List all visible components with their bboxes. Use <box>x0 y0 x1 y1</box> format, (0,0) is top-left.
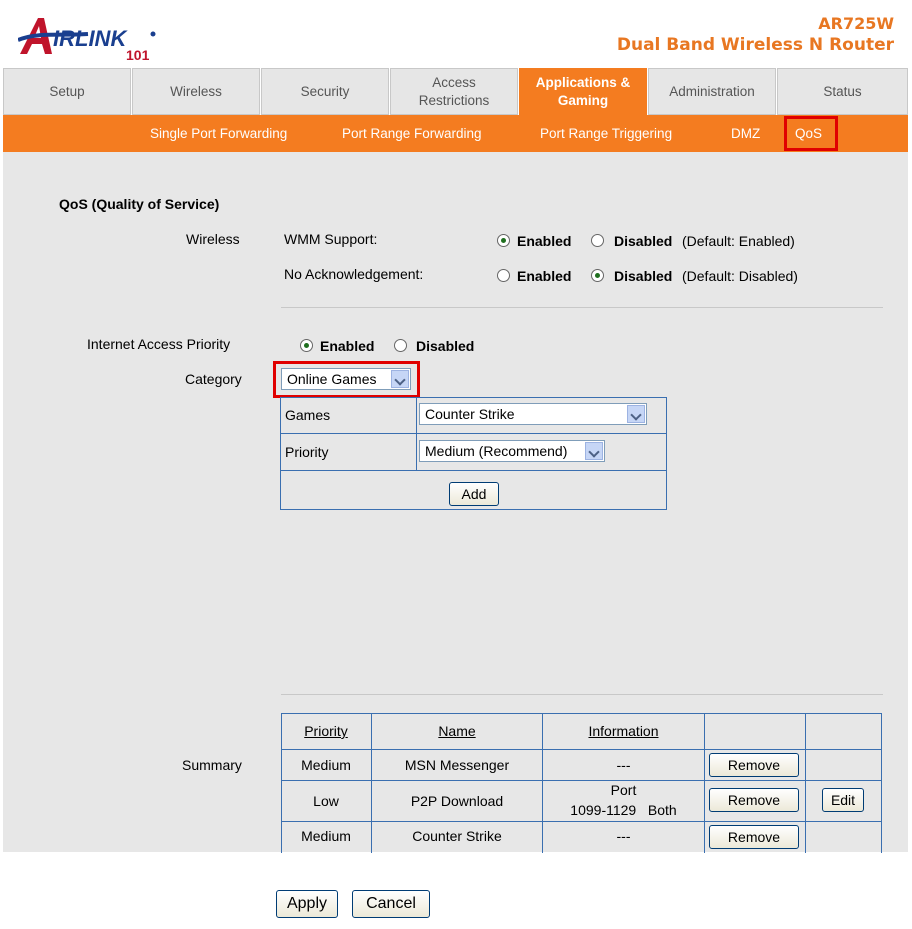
noack-enabled-radio[interactable] <box>497 269 510 282</box>
header-name[interactable]: Name <box>372 723 542 739</box>
noack-enabled-label: Enabled <box>517 268 572 284</box>
row-divider <box>280 433 667 434</box>
col-divider <box>704 713 705 853</box>
remove-button[interactable]: Remove <box>709 753 799 777</box>
no-ack-label: No Acknowledgement: <box>284 266 424 282</box>
tab-access-restrictions[interactable]: Access Restrictions <box>390 68 518 115</box>
wmm-default-note: (Default: Enabled) <box>682 233 795 249</box>
tab-status[interactable]: Status <box>777 68 908 115</box>
row2-name: P2P Download <box>410 793 504 809</box>
subnav-dmz[interactable]: DMZ <box>731 115 760 152</box>
games-select[interactable]: Counter Strike <box>419 403 647 425</box>
noack-disabled-label: Disabled <box>614 268 673 284</box>
tab-applications-gaming[interactable]: Applications & Gaming <box>519 68 647 115</box>
row2-info-range: 1099-1129 Both <box>570 802 677 818</box>
tab-security[interactable]: Security <box>261 68 389 115</box>
summary-label: Summary <box>182 757 242 773</box>
internet-disabled-label: Disabled <box>416 338 475 354</box>
subnav-port-range-forwarding[interactable]: Port Range Forwarding <box>342 115 482 152</box>
product-header: AR725W Dual Band Wireless N Router <box>617 14 894 55</box>
row1-name: MSN Messenger <box>404 757 510 773</box>
divider <box>281 307 883 308</box>
row2-priority: Low <box>313 793 339 809</box>
row3-name: Counter Strike <box>412 828 502 844</box>
chevron-down-icon <box>585 442 603 460</box>
col-divider <box>805 713 806 853</box>
qos-highlight <box>784 116 838 151</box>
product-name: Dual Band Wireless N Router <box>616 35 894 55</box>
remove-button[interactable]: Remove <box>709 788 799 812</box>
logo-number: 101 <box>126 47 150 62</box>
subnav-port-range-triggering[interactable]: Port Range Triggering <box>540 115 672 152</box>
category-highlight <box>273 361 420 398</box>
row3-info: --- <box>616 828 631 844</box>
row3-priority: Medium <box>301 828 351 844</box>
internet-enabled-radio[interactable] <box>300 339 313 352</box>
wmm-enabled-label: Enabled <box>517 233 572 249</box>
main-tabs: Setup Wireless Security Access Restricti… <box>3 68 908 115</box>
wmm-disabled-label: Disabled <box>614 233 673 249</box>
apply-button[interactable]: Apply <box>276 890 338 918</box>
internet-access-priority-label: Internet Access Priority <box>87 336 231 352</box>
tab-administration[interactable]: Administration <box>648 68 776 115</box>
header-priority[interactable]: Priority <box>281 723 371 739</box>
wireless-label: Wireless <box>186 231 240 247</box>
noack-disabled-radio[interactable] <box>591 269 604 282</box>
subnav-single-port-forwarding[interactable]: Single Port Forwarding <box>150 115 287 152</box>
category-label: Category <box>185 371 242 387</box>
tab-wireless[interactable]: Wireless <box>132 68 260 115</box>
sub-navigation: Single Port Forwarding Port Range Forwar… <box>3 115 908 152</box>
airlink-logo: IRLINK 101 <box>17 14 158 63</box>
priority-label: Priority <box>285 444 329 460</box>
model-number: AR725W <box>818 14 894 33</box>
row1-priority: Medium <box>301 757 351 773</box>
cancel-button[interactable]: Cancel <box>352 890 430 918</box>
games-value: Counter Strike <box>425 406 515 422</box>
internet-enabled-label: Enabled <box>320 338 375 354</box>
edit-button[interactable]: Edit <box>822 788 864 812</box>
games-label: Games <box>285 407 331 423</box>
internet-disabled-radio[interactable] <box>394 339 407 352</box>
noack-default-note: (Default: Disabled) <box>682 268 798 284</box>
tab-setup[interactable]: Setup <box>3 68 131 115</box>
priority-value: Medium (Recommend) <box>425 443 568 459</box>
wmm-support-label: WMM Support: <box>284 231 378 247</box>
priority-select[interactable]: Medium (Recommend) <box>419 440 605 462</box>
wmm-enabled-radio[interactable] <box>497 234 510 247</box>
add-button[interactable]: Add <box>449 482 499 506</box>
row2-info-type: Port <box>610 782 637 798</box>
logo-text: IRLINK <box>53 26 128 51</box>
remove-button[interactable]: Remove <box>709 825 799 849</box>
row1-info: --- <box>616 757 631 773</box>
section-title: QoS (Quality of Service) <box>59 196 220 212</box>
chevron-down-icon <box>627 405 645 423</box>
wmm-disabled-radio[interactable] <box>591 234 604 247</box>
header-information[interactable]: Information <box>543 723 704 739</box>
row-divider <box>280 470 667 471</box>
divider <box>281 694 883 695</box>
content-panel: QoS (Quality of Service) Wireless WMM Su… <box>3 152 908 853</box>
col-divider <box>416 397 417 470</box>
